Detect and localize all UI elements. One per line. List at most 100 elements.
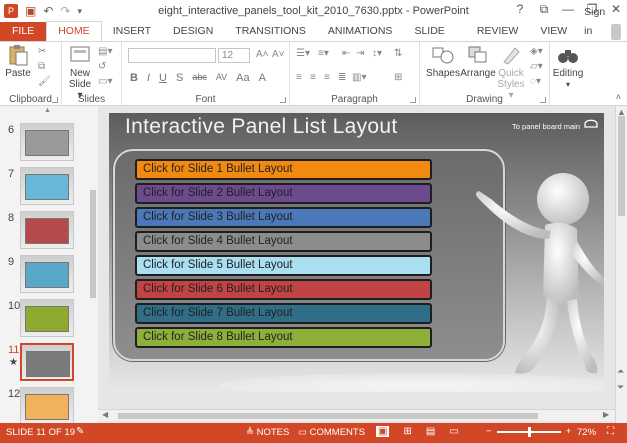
shrink-font-icon[interactable]: A˅ xyxy=(272,49,285,60)
format-painter-icon[interactable]: 🖌 xyxy=(38,76,51,87)
sign-in-link[interactable]: Sign in xyxy=(578,3,611,41)
tab-file[interactable]: FILE xyxy=(0,22,47,41)
increase-indent-icon[interactable]: ⇥ xyxy=(356,48,364,59)
shape-effects-icon[interactable]: ◌▾ xyxy=(530,76,541,87)
tab-transitions[interactable]: TRANSITIONS xyxy=(224,22,317,41)
slide-link-button-3[interactable]: Click for Slide 3 Bullet Layout xyxy=(135,207,432,228)
reset-icon[interactable]: ↺ xyxy=(98,61,106,72)
normal-view-icon[interactable]: ▣ xyxy=(376,426,390,437)
bullets-icon[interactable]: ☰▾ xyxy=(296,48,310,59)
panel-board-link[interactable]: To panel board main xyxy=(512,122,580,131)
scroll-left-icon[interactable]: ◀ xyxy=(102,410,108,419)
home-icon[interactable] xyxy=(584,117,598,129)
spelling-icon[interactable]: ✎ xyxy=(76,426,84,437)
decrease-indent-icon[interactable]: ⇤ xyxy=(342,48,350,59)
slide-link-button-8[interactable]: Click for Slide 8 Bullet Layout xyxy=(135,327,432,348)
line-spacing-icon[interactable]: ↕▾ xyxy=(372,48,382,59)
editing-button[interactable]: Editing ▾ xyxy=(550,44,586,90)
canvas-vscroll-thumb[interactable] xyxy=(618,116,625,216)
reading-view-icon[interactable]: ▤ xyxy=(426,426,435,437)
thumbnail-image[interactable] xyxy=(20,343,74,381)
slide-thumbnail[interactable]: 7 xyxy=(4,167,94,205)
canvas-vertical-scrollbar[interactable]: ▲ ⏶ ⏷ xyxy=(615,106,627,423)
bold-button[interactable]: B xyxy=(130,72,138,84)
grow-font-icon[interactable]: A˄ xyxy=(256,49,269,60)
zoom-in-button[interactable]: + xyxy=(566,426,572,437)
align-left-icon[interactable]: ≡ xyxy=(296,72,302,83)
notes-button[interactable]: ≜ NOTES xyxy=(246,427,289,438)
slide-indicator[interactable]: SLIDE 11 OF 19 xyxy=(6,427,75,438)
canvas-hscroll-thumb[interactable] xyxy=(118,413,538,419)
slide-link-button-7[interactable]: Click for Slide 7 Bullet Layout xyxy=(135,303,432,324)
collapse-ribbon-icon[interactable]: ˄ xyxy=(616,92,621,102)
redo-icon[interactable]: ↷ xyxy=(60,3,70,19)
slide-sorter-icon[interactable]: ⊞ xyxy=(403,426,411,437)
layout-icon[interactable]: ▤▾ xyxy=(98,46,112,57)
columns-icon[interactable]: ▥▾ xyxy=(352,72,366,83)
tab-review[interactable]: REVIEW xyxy=(466,22,529,41)
shapes-button[interactable]: Shapes xyxy=(426,44,460,79)
font-size-input[interactable]: 12 xyxy=(218,48,250,63)
thumbnail-image[interactable] xyxy=(20,167,74,205)
thumbnail-scroll-thumb[interactable] xyxy=(90,190,96,298)
numbering-icon[interactable]: ≡▾ xyxy=(318,48,329,59)
shape-fill-icon[interactable]: ◈▾ xyxy=(530,46,543,57)
justify-icon[interactable]: ≣ xyxy=(338,72,346,83)
slide-link-button-5[interactable]: Click for Slide 5 Bullet Layout xyxy=(135,255,432,276)
prev-slide-icon[interactable]: ⏶ xyxy=(617,366,624,377)
clipboard-launcher-icon[interactable] xyxy=(52,97,58,103)
strikethrough-button[interactable]: abc xyxy=(192,72,207,84)
slide-link-button-2[interactable]: Click for Slide 2 Bullet Layout xyxy=(135,183,432,204)
align-right-icon[interactable]: ≡ xyxy=(324,72,330,83)
drawing-launcher-icon[interactable] xyxy=(540,97,546,103)
next-slide-icon[interactable]: ⏷ xyxy=(617,382,624,393)
shape-outline-icon[interactable]: ▱▾ xyxy=(530,61,543,72)
thumbnail-image[interactable] xyxy=(20,299,74,337)
tab-slide-show[interactable]: SLIDE SHOW xyxy=(403,22,465,56)
slide-link-button-4[interactable]: Click for Slide 4 Bullet Layout xyxy=(135,231,432,252)
underline-button[interactable]: U xyxy=(159,72,167,84)
change-case-button[interactable]: Aa xyxy=(236,72,249,84)
thumbnail-image[interactable] xyxy=(20,123,74,161)
fit-to-window-icon[interactable]: ⛶ xyxy=(607,426,614,437)
slide-link-button-1[interactable]: Click for Slide 1 Bullet Layout xyxy=(135,159,432,180)
comments-button[interactable]: ▭ COMMENTS xyxy=(298,427,365,438)
save-icon[interactable]: ▣ xyxy=(25,3,36,19)
ribbon-display-button[interactable]: ⧉ xyxy=(537,2,551,17)
align-center-icon[interactable]: ≡ xyxy=(310,72,316,83)
minimize-button[interactable]: — xyxy=(561,2,575,17)
thumbnail-image[interactable] xyxy=(20,255,74,293)
canvas-horizontal-scrollbar[interactable]: ◀ ▶ xyxy=(98,409,615,421)
copy-icon[interactable]: ⧉ xyxy=(38,61,45,72)
slide-link-button-6[interactable]: Click for Slide 6 Bullet Layout xyxy=(135,279,432,300)
slide-thumbnail[interactable]: 6 xyxy=(4,123,94,161)
thumbnail-scrollbar[interactable] xyxy=(88,106,98,423)
thumbs-scroll-up-icon[interactable]: ▲ xyxy=(44,107,51,114)
tab-insert[interactable]: INSERT xyxy=(102,22,162,41)
new-slide-button[interactable]: New Slide ▾ xyxy=(65,44,95,101)
cut-icon[interactable]: ✂ xyxy=(38,46,46,57)
paste-button[interactable]: Paste xyxy=(4,44,32,79)
italic-button[interactable]: I xyxy=(147,72,150,84)
tab-view[interactable]: VIEW xyxy=(529,22,578,41)
zoom-out-button[interactable]: − xyxy=(486,426,492,437)
shadow-button[interactable]: S xyxy=(176,72,183,84)
scroll-right-icon[interactable]: ▶ xyxy=(603,410,609,419)
zoom-track[interactable] xyxy=(496,426,561,437)
paragraph-launcher-icon[interactable] xyxy=(410,97,416,103)
section-icon[interactable]: ▭▾ xyxy=(98,76,112,87)
text-direction-icon[interactable]: ⇅ xyxy=(394,48,402,59)
customize-qat-icon[interactable]: ▾ xyxy=(77,3,82,19)
tab-design[interactable]: DESIGN xyxy=(162,22,224,41)
slide-thumbnail[interactable]: 11 ★ xyxy=(4,343,94,381)
quick-styles-button[interactable]: Quick Styles ▾ xyxy=(496,44,526,101)
undo-icon[interactable]: ↶ xyxy=(43,3,53,19)
char-spacing-button[interactable]: AV xyxy=(216,72,227,84)
slide-show-icon[interactable]: ▭ xyxy=(449,426,458,437)
thumbnail-image[interactable] xyxy=(20,387,74,423)
slide-thumbnail[interactable]: 12 xyxy=(4,387,94,423)
arrange-button[interactable]: Arrange xyxy=(460,44,496,79)
tab-animations[interactable]: ANIMATIONS xyxy=(317,22,404,41)
slide-thumbnail[interactable]: 10 xyxy=(4,299,94,337)
zoom-slider[interactable]: − + xyxy=(486,426,571,437)
